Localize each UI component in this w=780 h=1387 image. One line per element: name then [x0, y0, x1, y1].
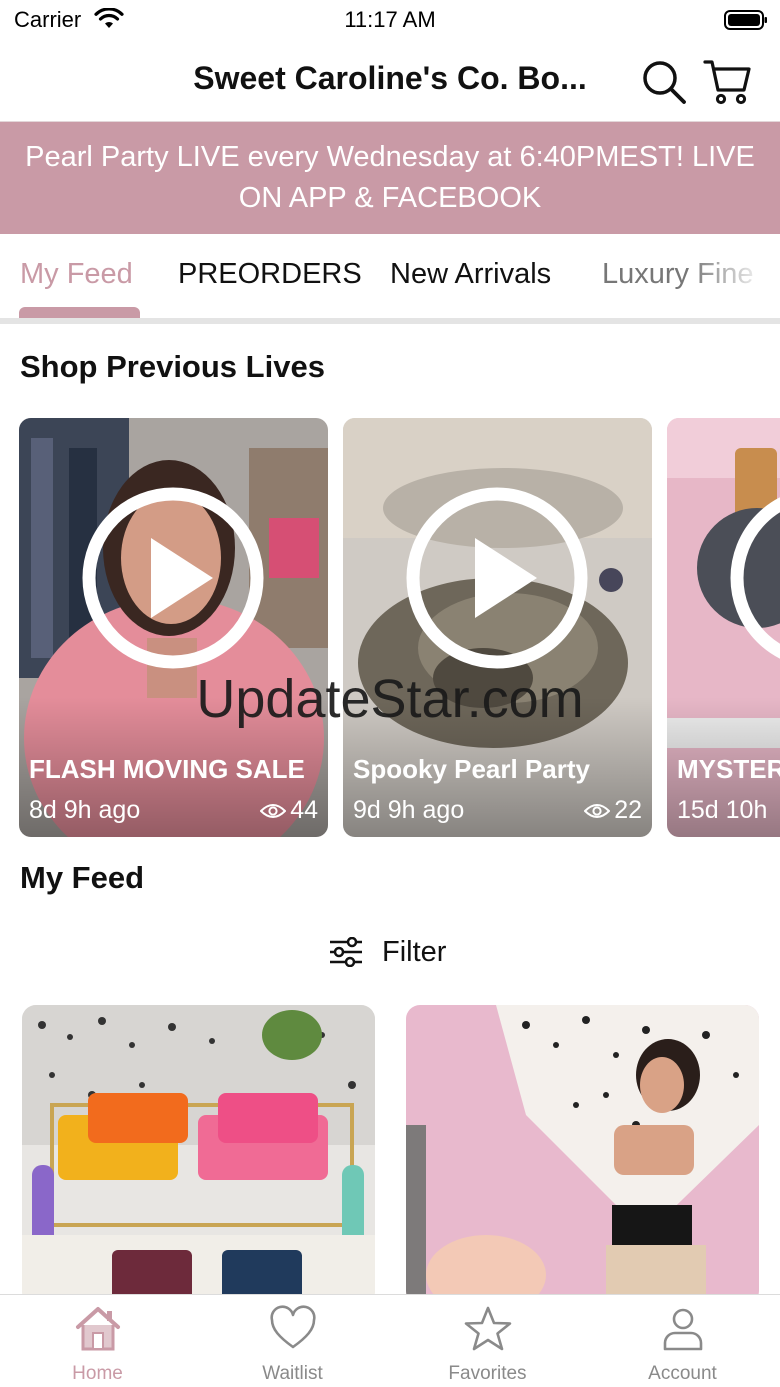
heart-icon [270, 1305, 316, 1349]
nav-account[interactable]: Account [585, 1295, 780, 1387]
feed-item-image [22, 1005, 375, 1305]
views-count: 44 [290, 796, 318, 824]
play-icon[interactable] [403, 484, 591, 672]
nav-account-label: Account [648, 1363, 717, 1384]
watermark: UpdateStar.com [196, 669, 584, 729]
live-title: FLASH MOVING SALE [29, 754, 305, 784]
eye-icon [584, 803, 611, 818]
nav-home-label: Home [72, 1363, 123, 1384]
tab-fade-overlay [690, 234, 780, 314]
bottom-nav: Home Waitlist Favorites Account [0, 1294, 780, 1387]
status-bar: Carrier 11:17 AM [0, 0, 780, 40]
play-icon[interactable] [727, 484, 780, 672]
live-card[interactable]: MYSTER 15d 10h [667, 418, 780, 837]
tab-divider [0, 318, 780, 324]
feed-item[interactable] [22, 1005, 375, 1305]
feed-item-image [406, 1005, 759, 1305]
tab-preorders[interactable]: PREORDERS [178, 258, 362, 291]
promo-banner[interactable]: Pearl Party LIVE every Wednesday at 6:40… [0, 122, 780, 234]
play-icon[interactable] [79, 484, 267, 672]
eye-icon [260, 803, 287, 818]
live-time: 15d 10h [677, 796, 768, 824]
home-icon [76, 1307, 120, 1351]
nav-waitlist-label: Waitlist [262, 1363, 323, 1384]
my-feed-title: My Feed [20, 860, 145, 895]
live-views: 44 [260, 796, 318, 825]
live-time: 9d 9h ago [353, 796, 465, 824]
live-title: MYSTER [677, 754, 780, 784]
nav-favorites-label: Favorites [448, 1363, 527, 1384]
live-time: 8d 9h ago [29, 796, 141, 824]
star-icon [464, 1306, 512, 1351]
live-card[interactable]: FLASH MOVING SALE 8d 9h ago 44 [19, 418, 328, 837]
filter-sliders-icon [330, 937, 362, 967]
filter-button[interactable]: Filter [328, 928, 446, 976]
battery-icon [724, 10, 767, 30]
app-header: Sweet Caroline's Co. Bo... [0, 40, 780, 122]
nav-favorites[interactable]: Favorites [390, 1295, 585, 1387]
live-title: Spooky Pearl Party [353, 754, 590, 784]
previous-lives-title: Shop Previous Lives [20, 349, 325, 384]
live-views: 22 [584, 796, 642, 825]
banner-text: Pearl Party LIVE every Wednesday at 6:40… [25, 141, 755, 214]
views-count: 22 [614, 796, 642, 824]
tab-new-arrivals[interactable]: New Arrivals [390, 258, 551, 291]
nav-waitlist[interactable]: Waitlist [195, 1295, 390, 1387]
status-time: 11:17 AM [344, 7, 436, 32]
search-icon[interactable] [640, 58, 688, 106]
tab-my-feed[interactable]: My Feed [20, 258, 133, 291]
nav-home[interactable]: Home [0, 1295, 195, 1387]
filter-label: Filter [382, 935, 447, 968]
live-card[interactable]: Spooky Pearl Party 9d 9h ago 22 [343, 418, 652, 837]
category-tabs: My Feed PREORDERS New Arrivals Luxury Fi… [0, 234, 780, 326]
store-title: Sweet Caroline's Co. Bo... [193, 60, 587, 96]
feed-item[interactable] [406, 1005, 759, 1305]
person-icon [663, 1308, 703, 1351]
cart-icon[interactable] [702, 56, 752, 106]
